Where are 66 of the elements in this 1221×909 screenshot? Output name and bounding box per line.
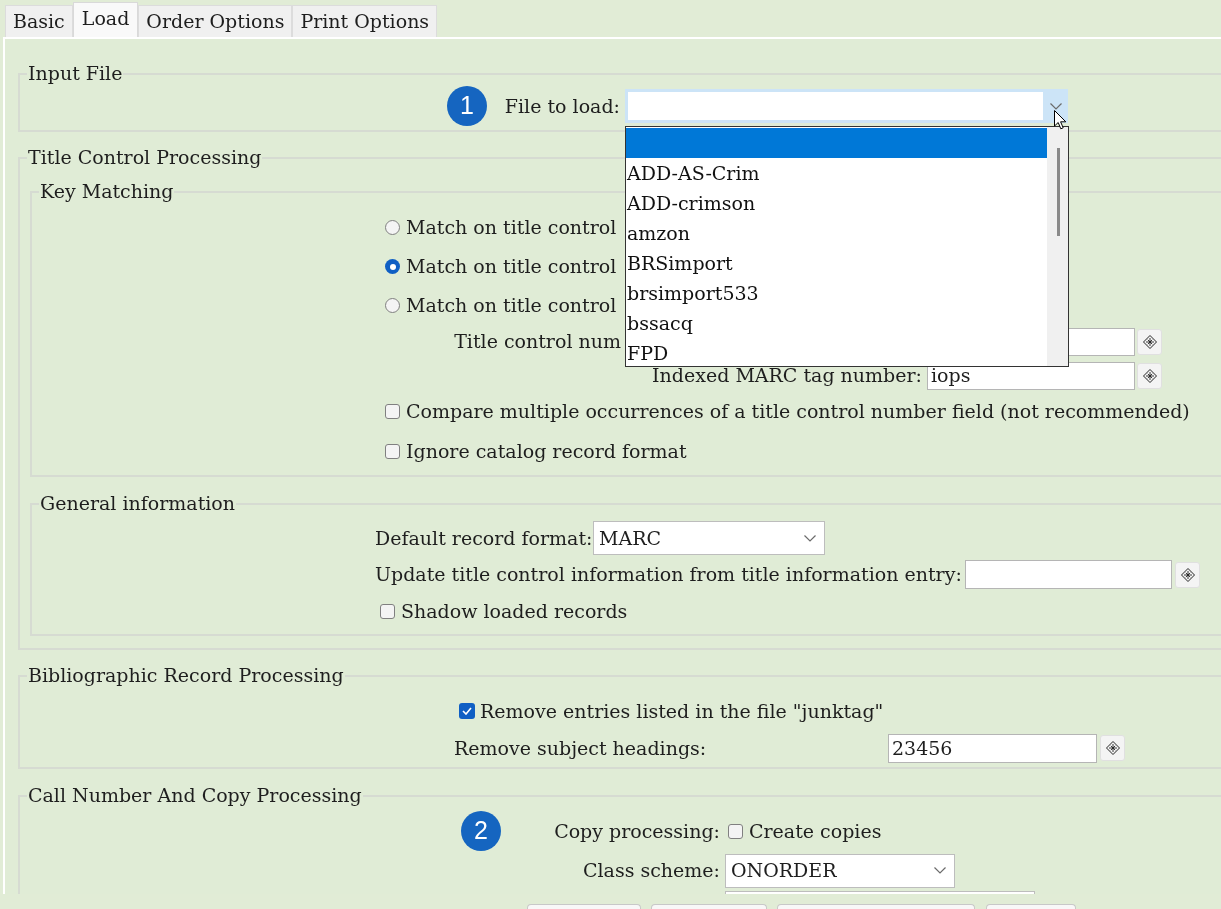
section-title: General information [40, 492, 236, 514]
diamond-icon [1142, 368, 1157, 383]
section-title: Bibliographic Record Processing [28, 664, 344, 686]
field-label: Class scheme: [582, 858, 720, 884]
radio-button[interactable] [385, 220, 400, 235]
checkbox[interactable] [728, 823, 743, 839]
checkbox[interactable] [459, 703, 475, 719]
dialog-button[interactable] [651, 904, 767, 909]
lookup-button[interactable] [1137, 362, 1162, 389]
radio-button[interactable] [385, 298, 400, 313]
option-label: Ignore catalog record format [406, 438, 687, 464]
field-label: Default record format: [375, 525, 593, 551]
input-field[interactable]: 23456 [888, 733, 1097, 763]
dropdown-option[interactable]: ADD-crimson [626, 188, 1047, 218]
step-badge: 2 [461, 811, 501, 851]
checkmark-icon [462, 707, 472, 715]
select-field[interactable] [725, 891, 1035, 894]
option-label: Match on title control [406, 254, 617, 280]
section-title: Call Number And Copy Processing [28, 784, 362, 806]
section-title: Input File [28, 62, 123, 84]
scrollbar[interactable] [1047, 127, 1068, 366]
step-badge: 1 [447, 86, 487, 126]
input-field[interactable] [1069, 327, 1135, 356]
dropdown-option[interactable]: brsimport533 [626, 278, 1047, 308]
field-label: Remove subject headings: [454, 735, 707, 761]
field-label: Title control num [454, 329, 621, 355]
lookup-button[interactable] [1137, 328, 1162, 355]
dialog-button[interactable] [777, 904, 975, 909]
dialog-button[interactable] [986, 904, 1076, 909]
lookup-button[interactable] [1175, 561, 1200, 588]
option-label: Match on title control [406, 293, 617, 319]
tab[interactable]: Load [72, 2, 139, 37]
chevron-down-icon [934, 867, 946, 874]
option-label: Create copies [749, 818, 882, 844]
field-label: Update title control information from title information entry: [375, 562, 962, 588]
option-label: Match on title control [406, 215, 617, 241]
chevron-down-icon [1049, 102, 1062, 110]
diamond-icon [1142, 334, 1157, 349]
checkbox[interactable] [380, 603, 395, 619]
section-title: Key Matching [40, 180, 174, 202]
select-field[interactable]: MARC [593, 521, 825, 555]
dropdown-option[interactable]: bssacq [626, 308, 1047, 338]
tab[interactable]: Order Options [138, 5, 293, 37]
checkbox[interactable] [385, 443, 400, 459]
lookup-button[interactable] [1100, 735, 1125, 761]
tab[interactable]: Basic [5, 5, 73, 37]
chevron-down-icon [804, 534, 816, 542]
checkbox[interactable] [385, 404, 400, 419]
diamond-icon [1180, 567, 1195, 582]
select-field[interactable] [625, 89, 1068, 123]
dialog-button[interactable] [527, 904, 641, 909]
dropdown-option[interactable]: amzon [626, 218, 1047, 248]
select-field[interactable]: ONORDER [725, 853, 955, 888]
section-title: Title Control Processing [28, 146, 262, 168]
input-field[interactable] [965, 560, 1172, 589]
dropdown-option[interactable]: BRSimport [626, 248, 1047, 278]
field-label: Indexed MARC tag number: [652, 366, 922, 385]
diamond-icon [1105, 741, 1120, 755]
radio-button[interactable] [385, 259, 400, 274]
dropdown-option[interactable]: ADD-AS-Crim [626, 158, 1047, 188]
field-label: File to load: [504, 93, 620, 119]
option-label: Compare multiple occurrences of a title control number field (not recommended) [406, 399, 1190, 425]
option-label: Remove entries listed in the file "junktag" [480, 698, 884, 724]
option-label: Shadow loaded records [401, 598, 628, 624]
field-label: Copy processing: [554, 818, 720, 844]
tab[interactable]: Print Options [292, 5, 438, 37]
